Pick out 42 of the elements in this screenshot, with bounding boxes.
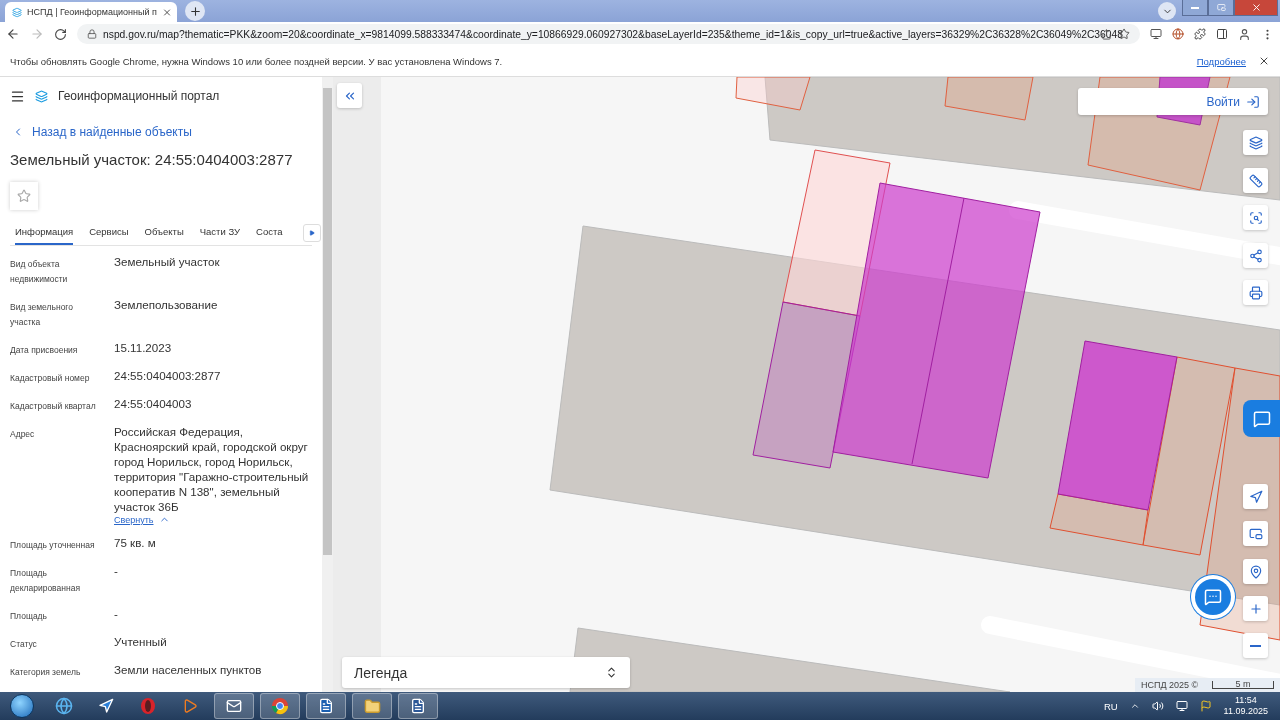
browser-tab[interactable]: НСПД | Геоинформационный п (5, 2, 177, 22)
field-value: Российская Федерация, Красноярский край, городской округ город Норильск, город Норильск, территория "Гаражно-строительный кооператив N 138", земельный участок 36Б (114, 424, 310, 514)
field-label: Вид объекта недвижимости (10, 258, 69, 286)
field-value: 75 кв. м (114, 535, 157, 550)
back-link[interactable]: Назад в найденные объекты (10, 125, 312, 139)
field-value: 24:55:0404003:2877 (114, 368, 222, 383)
panel-tab[interactable]: Соста (256, 220, 283, 245)
field-value: Земельный участок (114, 254, 221, 269)
panel-tab[interactable]: Информация (15, 220, 74, 245)
collapse-link[interactable]: Свернуть (114, 514, 319, 525)
field-label: Кадастровый номер (10, 372, 91, 385)
clock[interactable]: 11:54 11.09.2025 (1223, 695, 1276, 717)
copyright-text: НСПД 2025 © (1141, 680, 1199, 690)
field-label: Статус (10, 638, 38, 651)
address-bar[interactable]: nspd.gov.ru/map?thematic=PKK&zoom=20&coordinate_x=9814099.588333474&coordinate_y=10866929.060927302&baseLayerId=235&theme_id=1&is_copy_url=true&active_layers=36329%2C36328%2C36049%2C36048 (77, 24, 1140, 44)
field-value: Землепользование (114, 297, 219, 312)
field-label: Вид земельного участка (10, 301, 74, 329)
field-label: Площадь (10, 610, 48, 623)
parcel-title: Земельный участок: 24:55:0404003:2877 (10, 151, 294, 168)
language-indicator[interactable]: RU (1103, 700, 1118, 712)
field-label: Кадастровый квартал (10, 400, 97, 413)
panel-tab[interactable]: Объекты (144, 220, 184, 245)
field-label: Категория земель (10, 666, 82, 679)
map-view[interactable]: Войти Легенда НСПД 2025 © 5 m (333, 77, 1280, 692)
field-value: 24:55:0404003 (114, 396, 193, 411)
field-value: - (114, 606, 119, 621)
field-value: 15.11.2023 (114, 340, 173, 355)
scale-label: 5 m (1235, 681, 1251, 688)
details-link[interactable]: Подробнее (1196, 55, 1246, 67)
field-value: - (114, 563, 119, 578)
field-value: Учтенный (114, 634, 168, 649)
login-button[interactable]: Войти (1078, 88, 1268, 115)
field-label: Адрес (10, 428, 36, 441)
panel-tab[interactable]: Части ЗУ (199, 220, 241, 245)
portal-title: Геоинформационный портал (58, 89, 220, 103)
field-label: Дата присвоения (10, 344, 79, 357)
field-value: Земли населенных пунктов (114, 662, 263, 677)
update-message: Чтобы обновлять Google Chrome, нужна Windows 10 или более поздней версии. У вас установлена Windows 7. (10, 55, 504, 67)
field-label: Площадь декларированная (10, 567, 81, 595)
panel-tab[interactable]: Сервисы (89, 220, 129, 245)
legend-dropdown[interactable]: Легенда (342, 657, 630, 688)
field-label: Площадь уточненная (10, 539, 96, 552)
